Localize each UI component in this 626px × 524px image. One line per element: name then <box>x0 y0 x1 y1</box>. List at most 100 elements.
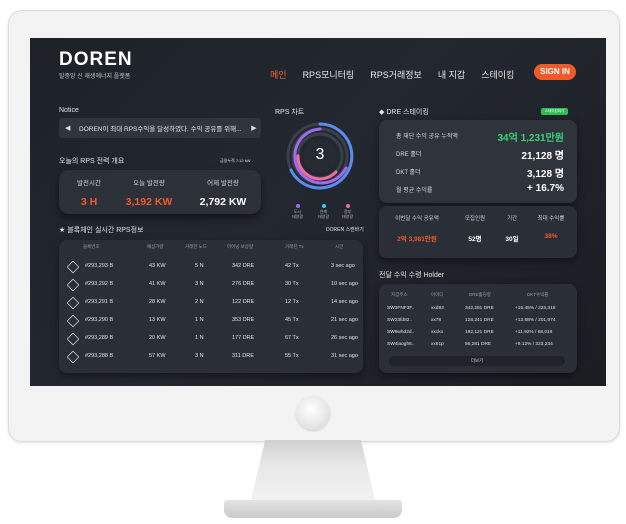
table-row[interactable]: #293,290 B 13 KW 1 N 353 DRE 45 Tx 21 se… <box>59 312 363 329</box>
monitor-stand-base <box>224 500 402 518</box>
staking-key: DRE 홀더 <box>396 152 422 158</box>
cell-block: #293,288 B <box>85 353 114 359</box>
returns-card: 이번달 수익 공유액 2억 3,981만원 모집인원 52명 기간 30일 최대… <box>379 206 577 258</box>
rps-donut-chart: 3 <box>284 120 356 197</box>
nav-staking[interactable]: 스테이킹 <box>481 68 514 81</box>
nav-wallet[interactable]: 내 지갑 <box>438 68 465 81</box>
play-arrow-icon[interactable]: ▶ <box>247 124 261 132</box>
staking-badge[interactable]: 스테이킹하기 <box>541 108 568 115</box>
brand: DOREN 탈중앙 신 재생에너지 플랫폼 <box>59 50 133 81</box>
scan-link[interactable]: DOREN 스캔바기 <box>326 226 364 233</box>
legend-dot <box>321 204 326 208</box>
holder-dkt: +11.92% / 68,018 <box>515 330 553 335</box>
brand-subtitle: 탈중앙 신 재생에너지 플랫폼 <box>59 74 131 80</box>
block-cube-icon <box>66 314 80 328</box>
legend-label: 도시 태양광 <box>292 209 304 219</box>
holder-id: xxd93 <box>431 306 444 311</box>
col-nodes: 거래한 노드 <box>185 244 207 249</box>
rps-col-value: 3,192 KW <box>125 196 173 208</box>
staking-label-text: DRE 스테이킹 <box>386 109 429 116</box>
holder-id: xx61p <box>431 342 444 347</box>
legend-item-linked: 연계 태양광 <box>318 204 329 219</box>
col-tx: 거래한 Tx <box>285 244 304 249</box>
block-cube-icon <box>66 278 80 292</box>
legend-label: 정부 태양광 <box>342 209 354 219</box>
rps-col-title: 발전시간 <box>77 180 101 187</box>
holder-dkt: +12.88% / 201,974 <box>515 318 556 323</box>
cell-time: 26 sec ago <box>331 335 358 341</box>
rps-col-value: 2,792 KW <box>199 196 247 208</box>
staking-value: 34억 1,231만원 <box>497 133 564 144</box>
col-amount: 예상가량 <box>147 244 164 249</box>
cell-amount: 13 KW <box>149 317 166 323</box>
returns-col: 이번달 수익 공유액 2억 3,981만원 <box>387 214 447 243</box>
rps-col-title: 어제 발전량 <box>207 180 239 187</box>
holder-dre: 128,241 DRE <box>465 318 494 323</box>
table-row[interactable]: #293,289 B 20 KW 1 N 177 DRE 67 Tx 26 se… <box>59 330 363 347</box>
legend-label: 연계 태양광 <box>318 209 330 219</box>
holder-row[interactable]: SW4laogh6.. xx61p 56,281 DRE +9.12% / 32… <box>379 342 577 353</box>
holder-row[interactable]: SW23fd82.. xx78 128,241 DRE +12.88% / 20… <box>379 318 577 329</box>
returns-value: 2억 3,981만원 <box>397 236 437 243</box>
cell-amount: 57 KW <box>149 353 166 359</box>
holder-dre: 56,281 DRE <box>465 342 492 347</box>
staking-row: DRE 홀더 21,128 명 <box>396 147 564 162</box>
returns-value: 30일 <box>505 236 519 243</box>
cell-block: #293,291 B <box>85 299 114 305</box>
table-row[interactable]: #293,291 B 28 KW 2 N 122 DRE 12 Tx 14 se… <box>59 294 363 311</box>
megaphone-icon: ◀ <box>65 125 71 132</box>
cell-block: #293,289 B <box>85 335 114 341</box>
table-row[interactable]: #293,288 B 57 KW 3 N 311 DRE 55 Tx 31 se… <box>59 348 363 365</box>
holders-label: 전달 수익 수령 Holder <box>379 272 445 279</box>
nav-rps-trade[interactable]: RPS거래정보 <box>370 68 422 81</box>
returns-col: 최대 수익률 38% <box>529 214 573 240</box>
monitor-stand-neck <box>250 440 376 504</box>
returns-title: 기간 <box>506 216 518 222</box>
rps-donut-value: 3 <box>315 146 325 163</box>
more-button[interactable]: 더보기 <box>389 356 565 366</box>
returns-col: 모집인원 52명 <box>455 214 495 243</box>
holder-dkt: +15.45% / 223,318 <box>515 306 556 311</box>
table-row[interactable]: #293,293 B 43 KW 5 N 342 DRE 42 Tx 3 sec… <box>59 258 363 275</box>
cell-tx: 42 Tx <box>285 263 299 269</box>
cell-amount: 28 KW <box>149 299 166 305</box>
signin-button[interactable]: SIGN IN <box>534 64 576 80</box>
cell-reward: 122 DRE <box>232 299 255 305</box>
cell-reward: 276 DRE <box>232 281 255 287</box>
cell-amount: 43 KW <box>149 263 166 269</box>
holder-row[interactable]: SW3FNF3F.. xxd93 342,281 DRE +15.45% / 2… <box>379 306 577 317</box>
holder-address: SW23fd82.. <box>387 318 413 323</box>
block-cube-icon <box>66 296 80 310</box>
power-button[interactable] <box>296 396 330 430</box>
block-cube-icon <box>66 260 80 274</box>
nav-rps-monitoring[interactable]: RPS모니터링 <box>303 68 355 81</box>
col-reward: 마이닝 보상량 <box>227 244 254 249</box>
returns-title: 모집인원 <box>464 216 486 222</box>
holder-dre: 192,121 DRE <box>465 330 494 335</box>
holder-row[interactable]: SW6whd2d.. xxcko 192,121 DRE +11.92% / 6… <box>379 330 577 341</box>
col-time: 시간 <box>335 244 344 249</box>
returns-value: 52명 <box>468 236 482 243</box>
cell-time: 31 sec ago <box>331 353 358 359</box>
holder-address: SW4laogh6.. <box>387 342 415 347</box>
notice-bar[interactable]: ◀ DOREN이 최대 RPS수익을 달성하였다. 수익 공유를 위해... ▶ <box>59 118 261 138</box>
staking-label: ◆ DRE 스테이킹 <box>379 109 429 116</box>
staking-value: 3,128 명 <box>526 169 564 180</box>
holder-dre: 342,281 DRE <box>465 306 494 311</box>
rps-col-value: 3 H <box>80 196 98 208</box>
main-nav: 메인 RPS모니터링 RPS거래정보 내 지갑 스테이킹 <box>270 68 530 81</box>
notice-label: Notice <box>59 107 79 114</box>
table-row[interactable]: #293,292 B 41 KW 3 N 276 DRE 30 Tx 10 se… <box>59 276 363 293</box>
cell-time: 14 sec ago <box>331 299 358 305</box>
cell-amount: 41 KW <box>149 281 166 287</box>
screen: DOREN 탈중앙 신 재생에너지 플랫폼 메인 RPS모니터링 RPS거래정보… <box>30 38 606 386</box>
blocks-label-text: 블록체인 실시간 RPS정보 <box>67 227 144 234</box>
rps-col-today: 오늘 발전량 3,192 KW <box>119 177 179 208</box>
legend-dot <box>345 204 350 208</box>
nav-main[interactable]: 메인 <box>270 68 287 81</box>
cell-tx: 12 Tx <box>285 299 299 305</box>
holder-id: xxcko <box>431 330 444 335</box>
returns-col: 기간 30일 <box>497 214 527 243</box>
cell-tx: 55 Tx <box>285 353 299 359</box>
rps-col-hours: 발전시간 3 H <box>69 177 109 208</box>
